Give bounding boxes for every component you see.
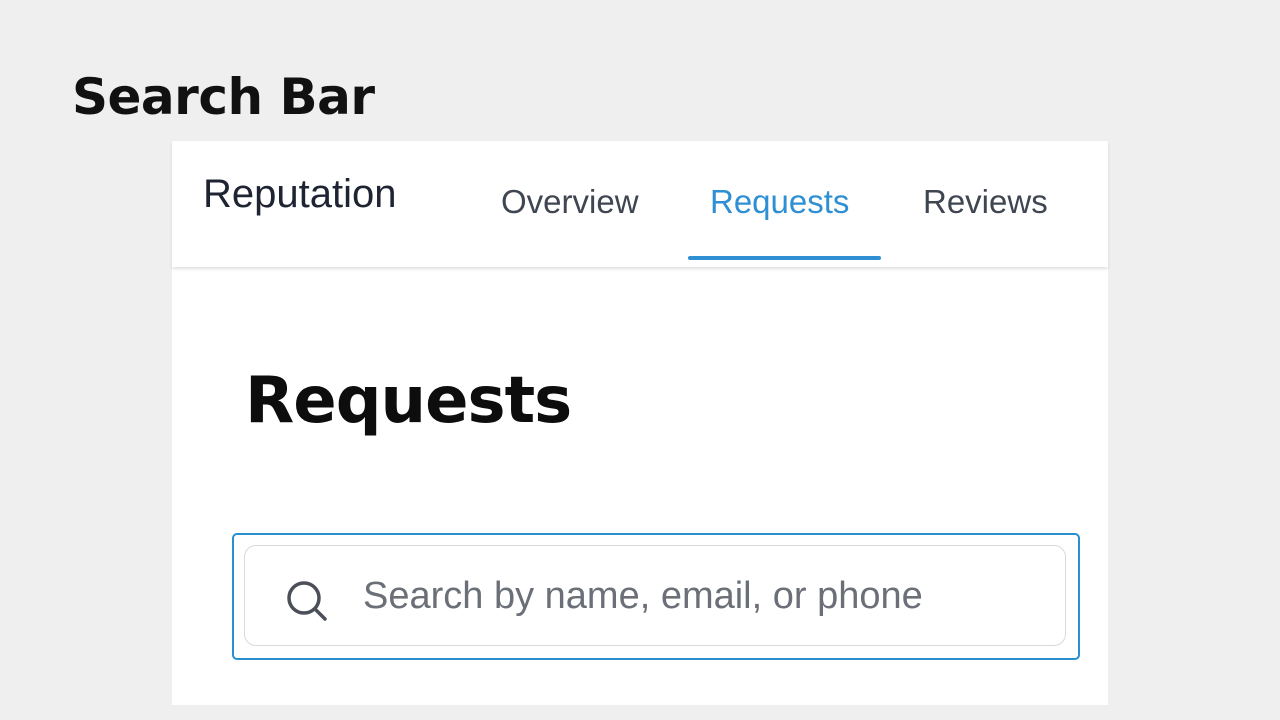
app-window: Reputation Overview Requests Reviews Req… bbox=[172, 141, 1108, 705]
page-title: Requests bbox=[245, 364, 572, 438]
active-tab-indicator bbox=[688, 256, 881, 260]
tab-reviews[interactable]: Reviews bbox=[923, 185, 1048, 218]
search-input[interactable] bbox=[363, 568, 1043, 624]
slide-title: Search Bar bbox=[72, 68, 375, 126]
app-name: Reputation bbox=[203, 172, 397, 216]
search-icon bbox=[287, 581, 327, 621]
tab-overview[interactable]: Overview bbox=[501, 185, 639, 218]
app-header: Reputation Overview Requests Reviews bbox=[172, 141, 1108, 267]
search-focus-ring bbox=[232, 533, 1080, 660]
tab-requests[interactable]: Requests bbox=[710, 185, 849, 218]
search-bar[interactable] bbox=[244, 545, 1066, 646]
